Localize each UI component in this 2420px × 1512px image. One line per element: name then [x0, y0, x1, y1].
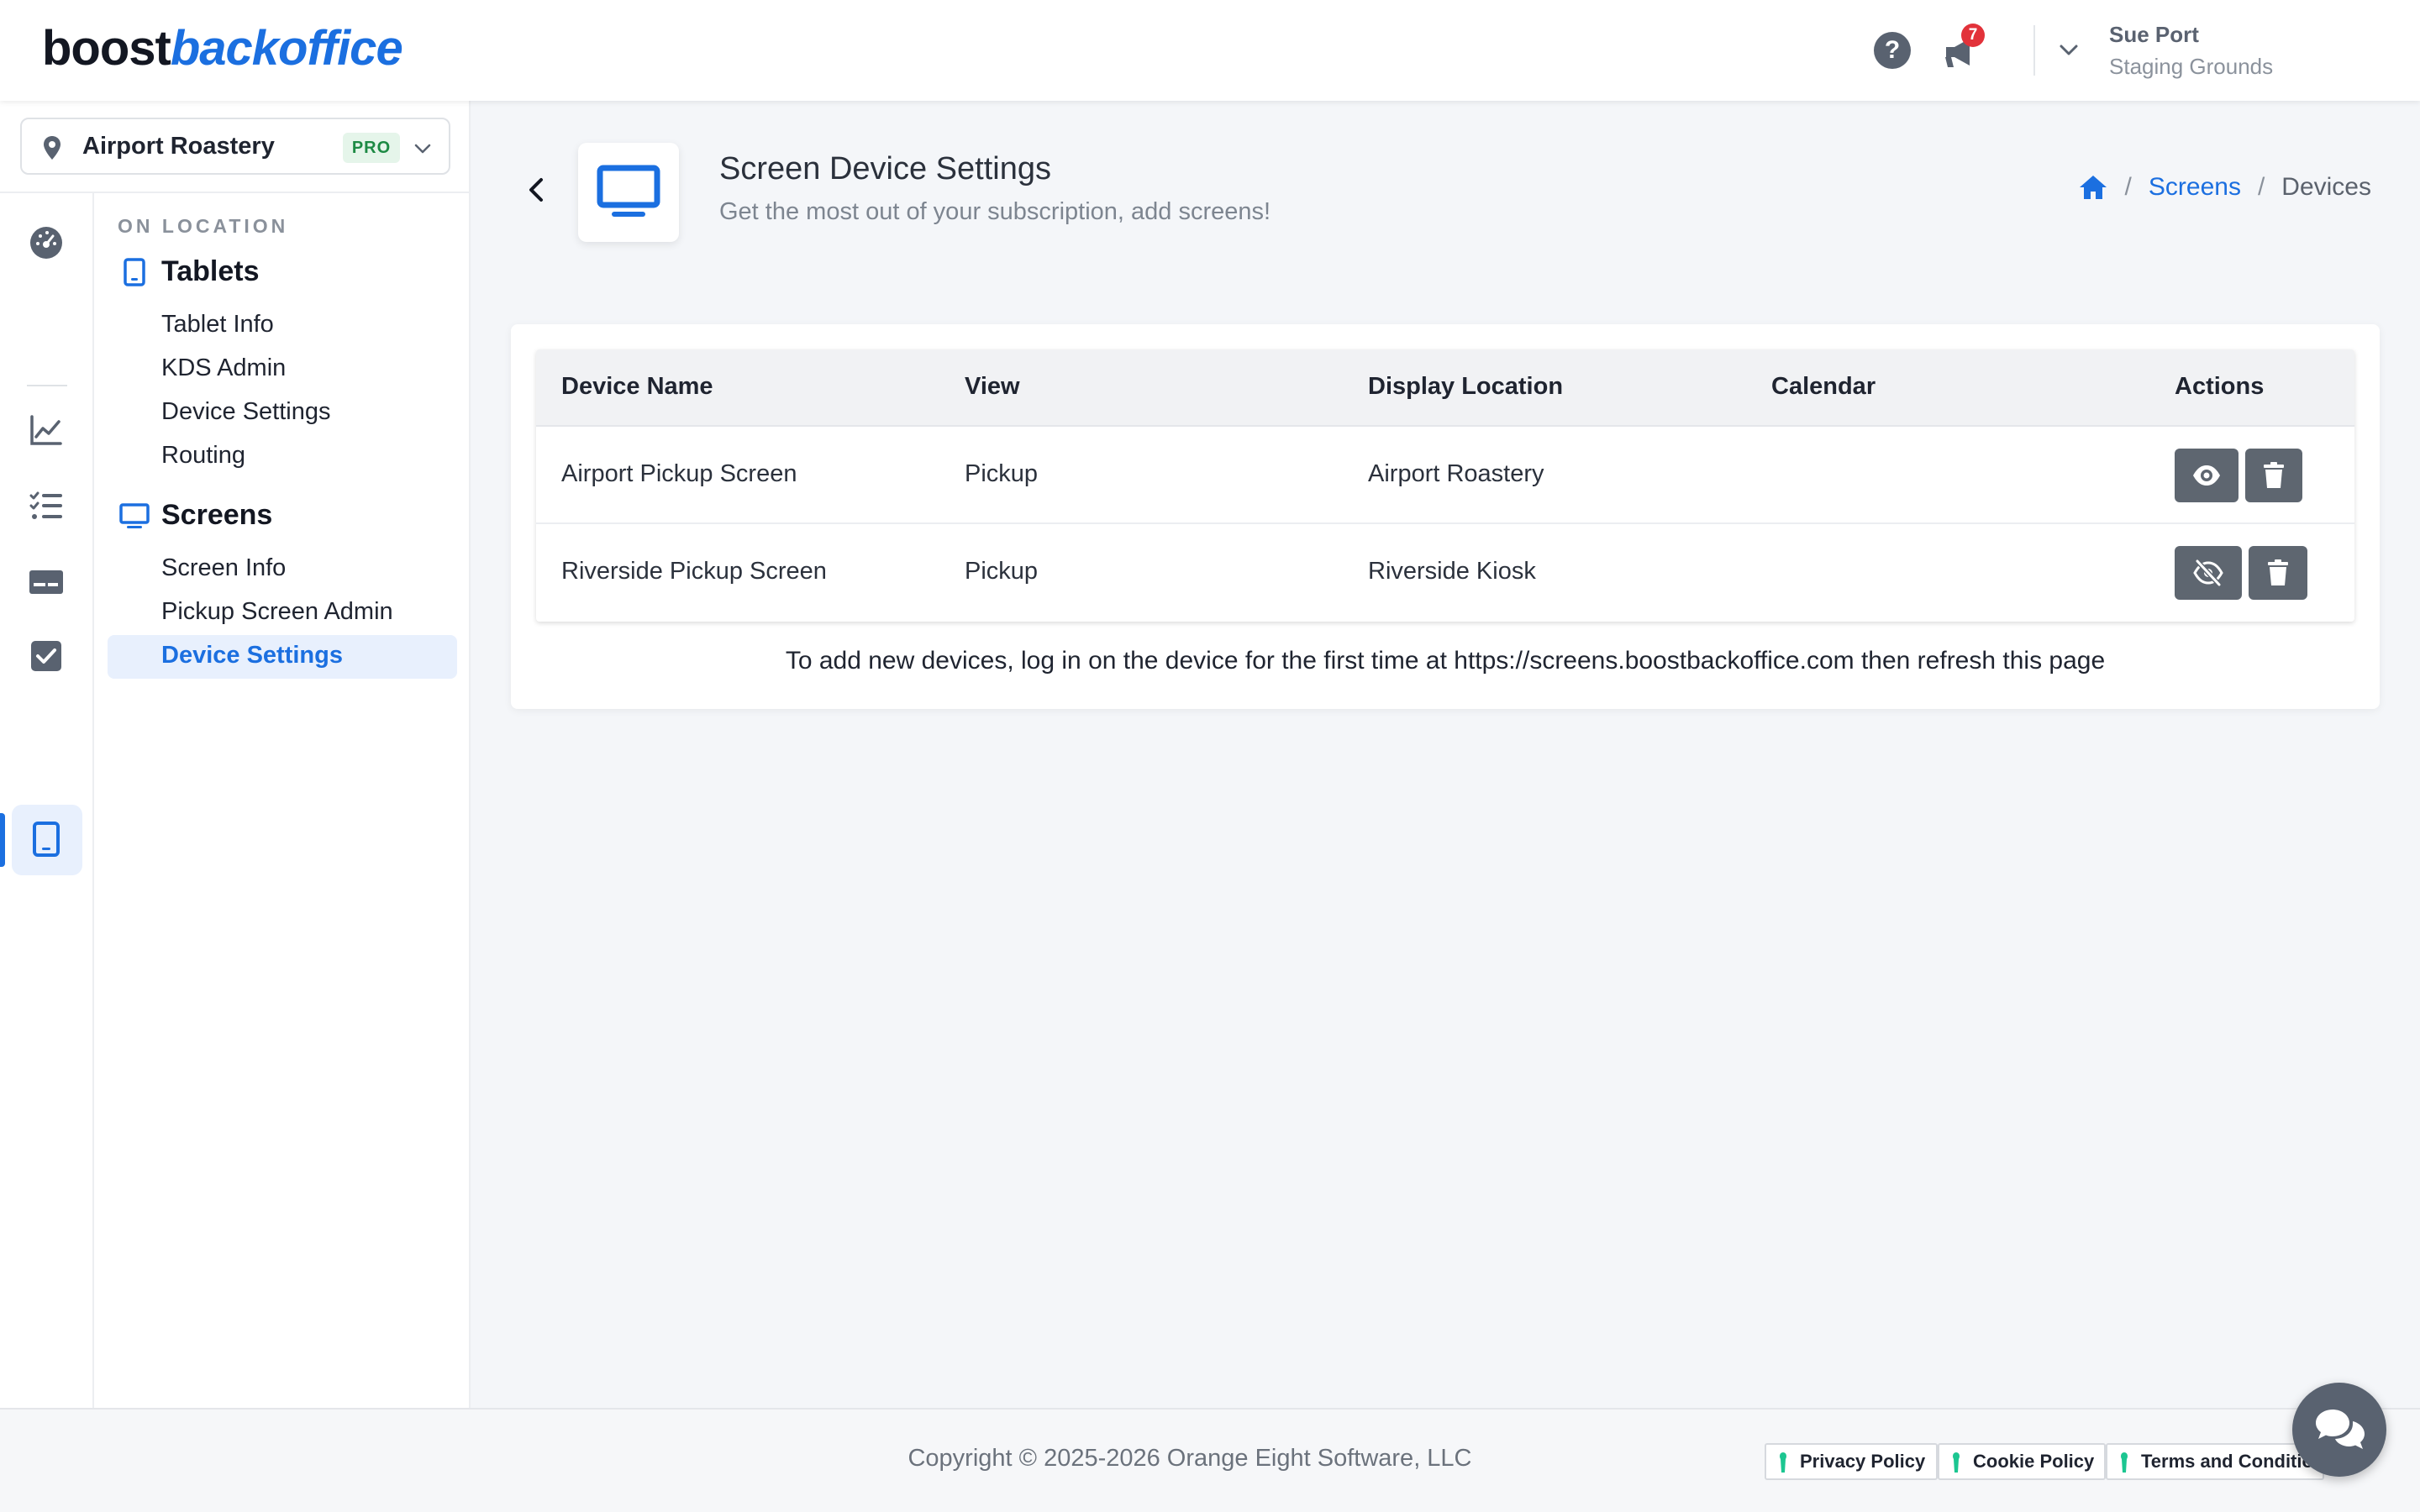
- cell-view: Pickup: [965, 558, 1039, 585]
- nav-section-label: ON LOCATION: [118, 215, 289, 237]
- nav-item-routing[interactable]: Routing: [161, 442, 245, 470]
- add-device-hint: To add new devices, log in on the device…: [785, 647, 2106, 675]
- user-organization: Staging Grounds: [2109, 54, 2274, 79]
- column-header-device-name[interactable]: Device Name: [561, 373, 713, 401]
- toggle-visibility-button[interactable]: [2175, 449, 2238, 502]
- chat-bubbles-icon: [2316, 1410, 2365, 1449]
- table-header: Device Name View Display Location Calend…: [536, 349, 2354, 427]
- top-bar: boostbackoffice ? 7 Sue Port Staging Gro…: [0, 0, 2420, 101]
- nav-item-pickup-screen-admin[interactable]: Pickup Screen Admin: [161, 598, 393, 626]
- location-selector[interactable]: Airport Roastery PRO: [20, 118, 450, 175]
- cell-display-location: Riverside Kiosk: [1368, 558, 1536, 585]
- plan-badge: PRO: [343, 133, 400, 163]
- devices-table: Device Name View Display Location Calend…: [536, 349, 2354, 622]
- monitor-icon: [119, 502, 150, 528]
- nav-item-tablet-info[interactable]: Tablet Info: [161, 311, 274, 339]
- chevron-down-icon: [414, 144, 431, 154]
- tablet-icon[interactable]: [27, 820, 66, 858]
- devices-card: Device Name View Display Location Calend…: [511, 324, 2380, 709]
- cell-device-name: Riverside Pickup Screen: [561, 558, 827, 585]
- display-card-icon[interactable]: [27, 563, 66, 601]
- map-pin-icon: [44, 136, 60, 160]
- cell-display-location: Airport Roastery: [1368, 460, 1544, 487]
- cookie-policy-link[interactable]: Cookie Policy: [1938, 1443, 2106, 1480]
- sidebar: Airport Roastery PRO ON LOCATION Tablets…: [0, 101, 471, 1467]
- nav-group-screens[interactable]: Screens: [119, 499, 272, 532]
- footer: Copyright © 2025-2026 Orange Eight Softw…: [0, 1408, 2420, 1512]
- icon-rail: [0, 193, 94, 1467]
- home-icon[interactable]: [2078, 173, 2108, 202]
- page-icon: [578, 143, 679, 242]
- app-logo[interactable]: boostbackoffice: [42, 20, 403, 76]
- cell-device-name: Airport Pickup Screen: [561, 460, 797, 487]
- iubenda-leaf-icon: [1780, 1452, 1786, 1473]
- task-list-icon[interactable]: [27, 487, 66, 526]
- monitor-icon: [597, 165, 660, 217]
- nav-item-tablet-device-settings[interactable]: Device Settings: [161, 398, 331, 426]
- breadcrumb-current: Devices: [2281, 173, 2371, 201]
- header-divider: [2033, 25, 2035, 76]
- rail-active-indicator: [0, 813, 5, 867]
- tablet-icon: [124, 257, 145, 286]
- privacy-policy-link[interactable]: Privacy Policy: [1765, 1443, 1938, 1480]
- breadcrumb-separator: /: [2257, 173, 2265, 201]
- breadcrumb: / Screens / Devices: [2078, 173, 2371, 202]
- nav-group-tablets[interactable]: Tablets: [119, 255, 260, 288]
- cell-view: Pickup: [965, 460, 1039, 487]
- iubenda-leaf-icon: [1953, 1452, 1960, 1473]
- nav-group-label: Tablets: [161, 255, 260, 287]
- eye-icon: [2193, 465, 2220, 486]
- table-row: Airport Pickup Screen Pickup Airport Roa…: [536, 427, 2354, 524]
- chat-launcher-button[interactable]: [2292, 1383, 2386, 1477]
- breadcrumb-separator: /: [2124, 173, 2132, 201]
- column-header-view[interactable]: View: [965, 373, 1020, 401]
- location-name: Airport Roastery: [82, 133, 275, 160]
- nav-item-kds-admin[interactable]: KDS Admin: [161, 354, 286, 382]
- back-arrow-icon[interactable]: [521, 173, 551, 207]
- trash-icon: [2264, 462, 2284, 488]
- rail-divider: [27, 385, 67, 386]
- terms-link[interactable]: Terms and Conditions: [2106, 1443, 2324, 1480]
- eye-slash-icon: [2193, 559, 2223, 587]
- nav-item-screen-device-settings[interactable]: Device Settings: [161, 642, 343, 669]
- chart-line-icon[interactable]: [27, 412, 66, 450]
- page-subtitle: Get the most out of your subscription, a…: [719, 198, 1271, 225]
- trash-icon: [2268, 559, 2288, 585]
- iubenda-leaf-icon: [2121, 1452, 2128, 1473]
- notification-badge: 7: [1961, 24, 1985, 47]
- user-name[interactable]: Sue Port: [2109, 22, 2199, 48]
- page-title: Screen Device Settings: [719, 151, 1051, 186]
- checkbox-icon[interactable]: [27, 637, 66, 675]
- chevron-down-icon[interactable]: [2057, 39, 2081, 62]
- delete-button[interactable]: [2245, 449, 2302, 502]
- delete-button[interactable]: [2249, 546, 2307, 600]
- nav-item-screen-info[interactable]: Screen Info: [161, 554, 286, 582]
- column-header-actions: Actions: [2175, 373, 2265, 400]
- breadcrumb-screens[interactable]: Screens: [2149, 173, 2241, 202]
- dashboard-gauge-icon[interactable]: [27, 223, 66, 262]
- nav-group-label: Screens: [161, 499, 273, 531]
- toggle-visibility-button[interactable]: [2175, 546, 2242, 600]
- help-icon[interactable]: ?: [1874, 32, 1911, 69]
- table-row: Riverside Pickup Screen Pickup Riverside…: [536, 524, 2354, 622]
- column-header-display-location[interactable]: Display Location: [1368, 373, 1563, 401]
- column-header-calendar[interactable]: Calendar: [1771, 373, 1876, 401]
